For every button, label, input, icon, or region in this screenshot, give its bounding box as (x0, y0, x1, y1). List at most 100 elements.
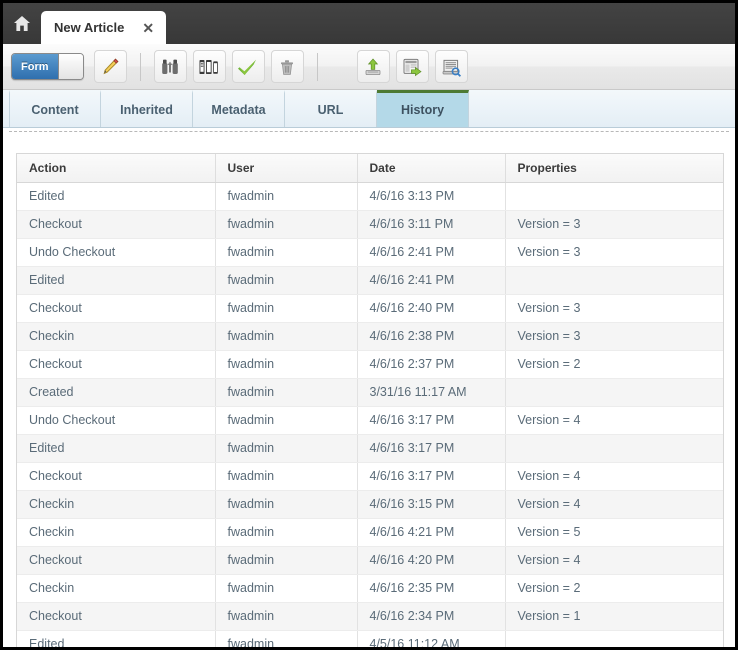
cell-date: 4/6/16 4:21 PM (357, 518, 506, 547)
cell-date: 4/6/16 2:41 PM (357, 266, 506, 295)
table-row[interactable]: Edited fwadmin 4/6/16 3:13 PM (17, 182, 723, 211)
table-row[interactable]: Checkin fwadmin 4/6/16 2:38 PM Version = 3 (17, 322, 723, 351)
cell-user: fwadmin (215, 238, 358, 267)
cell-date: 4/6/16 4:20 PM (357, 546, 506, 575)
cell-properties: Version = 4 (505, 406, 723, 435)
delete-button[interactable] (270, 50, 304, 83)
pencil-icon (100, 57, 120, 77)
cell-properties: Version = 3 (505, 294, 723, 323)
cell-date: 4/6/16 3:15 PM (357, 490, 506, 519)
cell-date: 4/6/16 2:38 PM (357, 322, 506, 351)
cell-properties: Version = 4 (505, 490, 723, 519)
document-tab-new-article[interactable]: New Article ✕ (41, 11, 167, 44)
cell-action: Checkout (17, 462, 216, 491)
cell-properties: Version = 4 (505, 462, 723, 491)
table-row[interactable]: Undo Checkout fwadmin 4/6/16 2:41 PM Versio… (17, 238, 723, 267)
table-row[interactable]: Checkin fwadmin 4/6/16 3:15 PM Version = 4 (17, 490, 723, 519)
cell-user: fwadmin (215, 378, 358, 407)
cell-user: fwadmin (215, 490, 358, 519)
compare-button[interactable] (153, 50, 187, 83)
cell-properties: Version = 1 (505, 602, 723, 631)
approve-button[interactable] (231, 50, 265, 83)
cell-properties (505, 266, 723, 295)
cell-properties: Version = 5 (505, 518, 723, 547)
cell-user: fwadmin (215, 210, 358, 239)
upload-arrow-icon (363, 57, 383, 77)
publish-button[interactable] (356, 50, 390, 83)
cell-action: Checkin (17, 518, 216, 547)
tab-history[interactable]: History (377, 90, 469, 127)
cell-action: Created (17, 378, 216, 407)
table-row[interactable]: Edited fwadmin 4/6/16 2:41 PM (17, 266, 723, 295)
table-row[interactable]: Checkout fwadmin 4/6/16 3:17 PM Version = 4 (17, 462, 723, 491)
toolbar-separator-1 (139, 52, 141, 81)
cell-action: Edited (17, 266, 216, 295)
tab-inherited[interactable]: Inherited (101, 90, 193, 127)
cell-properties: Version = 2 (505, 574, 723, 603)
cell-user: fwadmin (215, 574, 358, 603)
columns-icon (198, 58, 220, 76)
cell-date: 4/6/16 3:13 PM (357, 182, 506, 211)
table-row[interactable]: Undo Checkout fwadmin 4/6/16 3:17 PM Versio… (17, 406, 723, 435)
column-header-properties[interactable]: Properties (505, 154, 723, 183)
green-check-icon (237, 57, 259, 77)
tab-inherited-label: Inherited (120, 103, 173, 117)
table-row[interactable]: Checkin fwadmin 4/6/16 4:21 PM Version = 5 (17, 518, 723, 547)
toolbar-separator-2 (316, 52, 318, 81)
cell-action: Checkout (17, 350, 216, 379)
cell-date: 4/6/16 3:11 PM (357, 210, 506, 239)
form-mode-toggle[interactable]: Form (11, 53, 84, 80)
column-header-date[interactable]: Date (357, 154, 506, 183)
cell-action: Checkin (17, 490, 216, 519)
history-table: Action User Date Properties Edited fwadmi… (17, 154, 723, 647)
cell-properties (505, 434, 723, 463)
cell-properties: Version = 3 (505, 238, 723, 267)
table-row[interactable]: Checkout fwadmin 4/6/16 4:20 PM Version = 4 (17, 546, 723, 575)
table-row[interactable]: Edited fwadmin 4/5/16 11:12 AM (17, 630, 723, 647)
cell-date: 4/6/16 2:34 PM (357, 602, 506, 631)
cell-action: Edited (17, 182, 216, 211)
submit-button[interactable] (395, 50, 429, 83)
column-header-user[interactable]: User (215, 154, 358, 183)
cell-date: 4/6/16 3:17 PM (357, 434, 506, 463)
cell-date: 4/6/16 3:17 PM (357, 462, 506, 491)
cell-action: Edited (17, 434, 216, 463)
trash-icon (278, 57, 296, 77)
preview-button[interactable] (434, 50, 468, 83)
table-row[interactable]: Edited fwadmin 4/6/16 3:17 PM (17, 434, 723, 463)
form-arrow-icon (402, 57, 423, 77)
cell-action: Checkin (17, 574, 216, 603)
binoculars-icon (160, 58, 180, 76)
cell-user: fwadmin (215, 406, 358, 435)
layout-button[interactable] (192, 50, 226, 83)
table-row[interactable]: Checkout fwadmin 4/6/16 2:40 PM Version = 3 (17, 294, 723, 323)
cell-action: Checkout (17, 210, 216, 239)
cell-user: fwadmin (215, 294, 358, 323)
cell-action: Edited (17, 630, 216, 647)
cell-date: 4/6/16 2:35 PM (357, 574, 506, 603)
table-row[interactable]: Checkin fwadmin 4/6/16 2:35 PM Version = 2 (17, 574, 723, 603)
close-icon[interactable]: ✕ (140, 21, 156, 35)
title-bar: New Article ✕ (3, 3, 735, 44)
cell-action: Checkin (17, 322, 216, 351)
table-row[interactable]: Checkout fwadmin 4/6/16 2:34 PM Version = 1 (17, 602, 723, 631)
document-search-icon (441, 57, 462, 77)
tab-content-label: Content (31, 103, 79, 117)
cell-action: Checkout (17, 546, 216, 575)
cell-action: Undo Checkout (17, 406, 216, 435)
cell-user: fwadmin (215, 182, 358, 211)
tab-content[interactable]: Content (9, 90, 101, 127)
edit-pencil-button[interactable] (93, 50, 127, 83)
table-row[interactable]: Checkout fwadmin 4/6/16 2:37 PM Version = 2 (17, 350, 723, 379)
home-button[interactable] (3, 3, 41, 44)
form-mode-toggle-knob[interactable] (57, 54, 83, 79)
cell-properties: Version = 4 (505, 546, 723, 575)
cell-date: 4/6/16 3:17 PM (357, 406, 506, 435)
tab-metadata[interactable]: Metadata (193, 90, 285, 127)
column-header-action[interactable]: Action (17, 154, 216, 183)
table-row[interactable]: Checkout fwadmin 4/6/16 3:11 PM Version = 3 (17, 210, 723, 239)
cell-action: Checkout (17, 602, 216, 631)
cell-date: 4/6/16 2:37 PM (357, 350, 506, 379)
table-row[interactable]: Created fwadmin 3/31/16 11:17 AM (17, 378, 723, 407)
tab-url[interactable]: URL (285, 90, 377, 127)
